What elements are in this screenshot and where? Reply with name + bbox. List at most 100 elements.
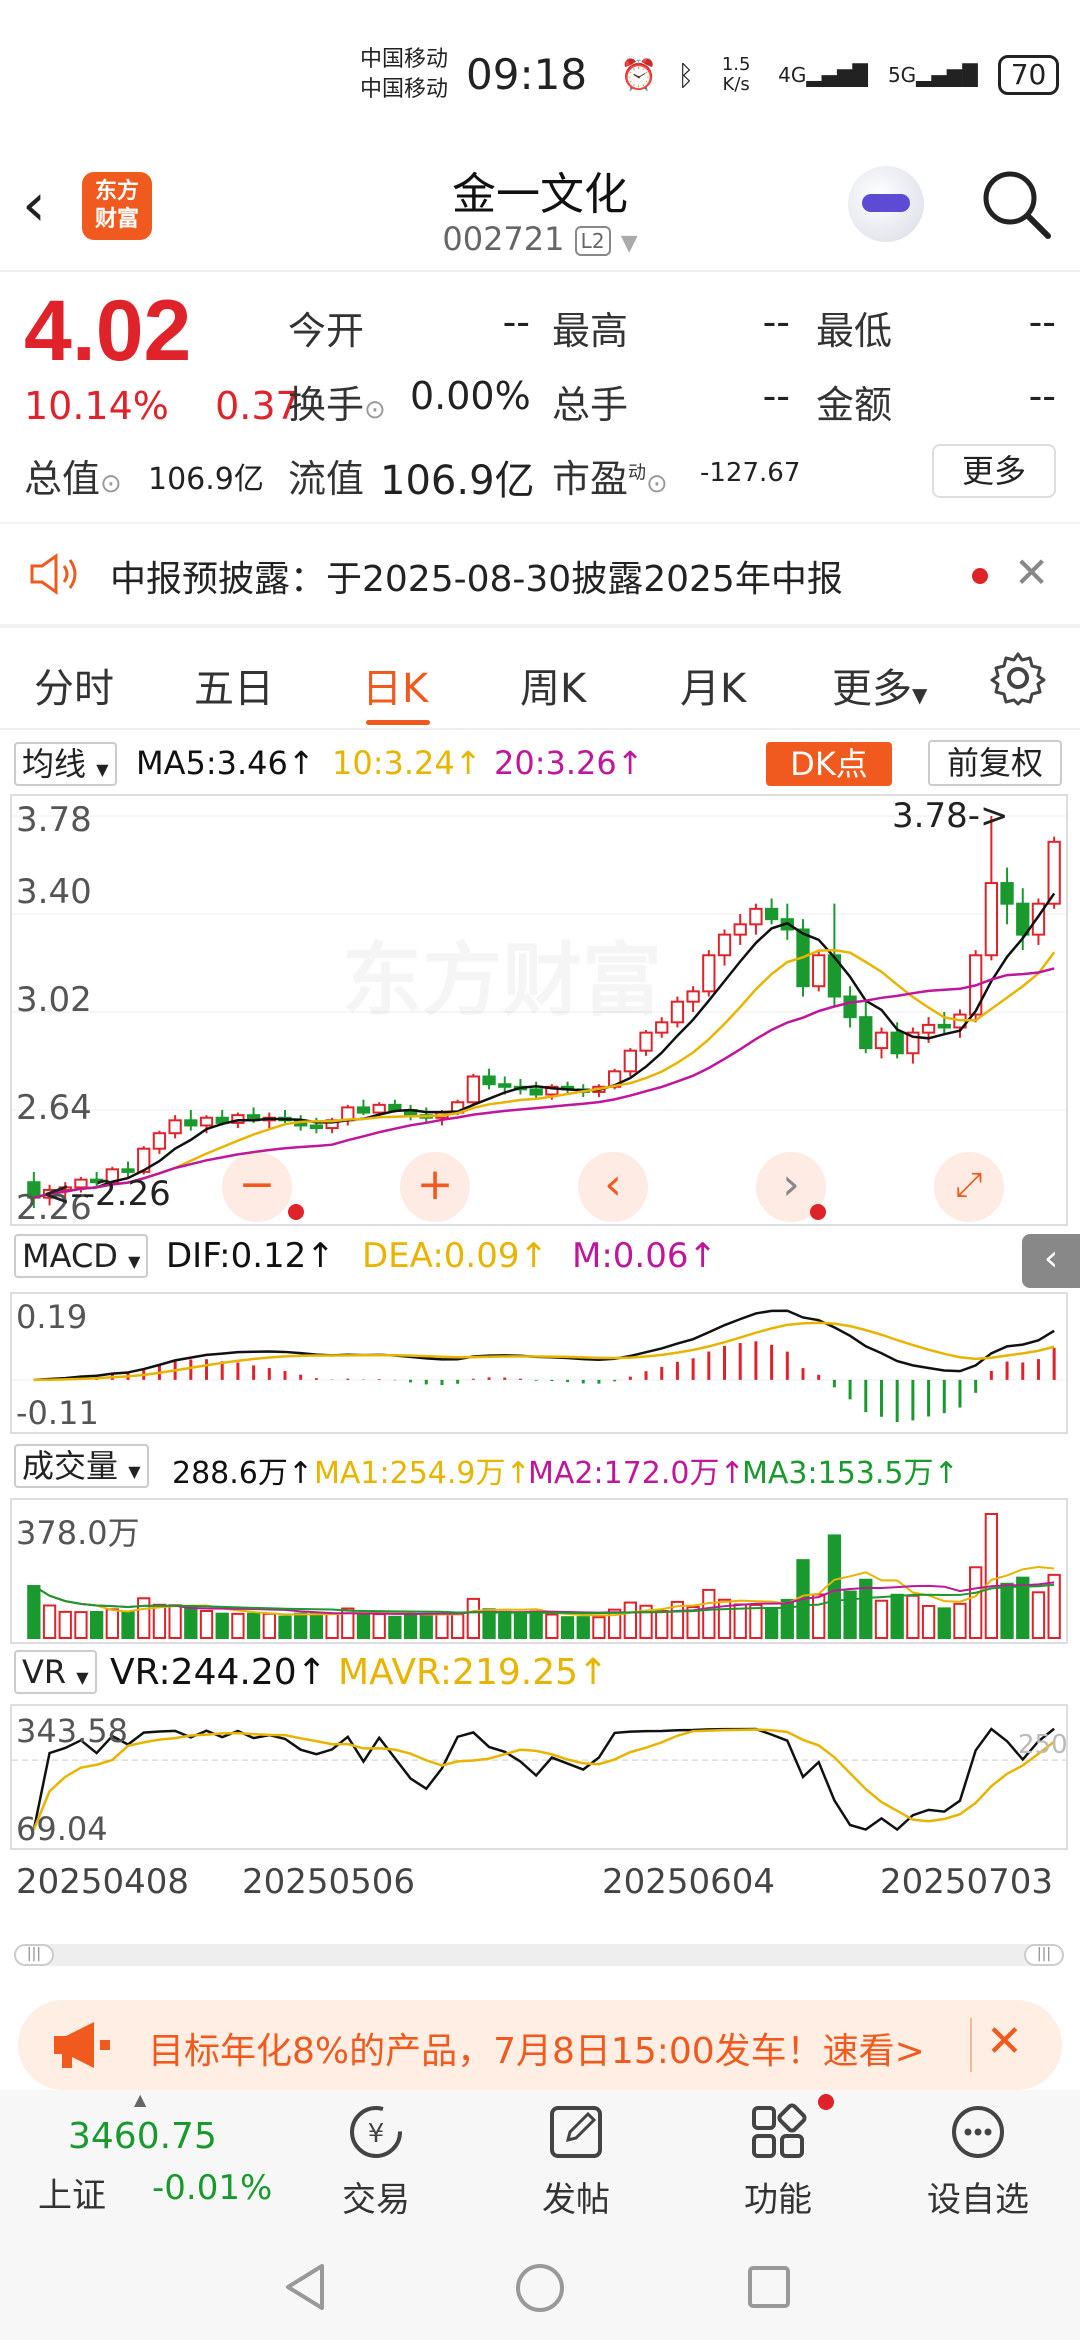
volume-bar <box>231 1612 245 1639</box>
stock-code-row[interactable]: 002721 L2 ▼ <box>0 220 1080 258</box>
high-value: -- <box>762 300 790 344</box>
candle-body <box>372 1103 386 1114</box>
candle-body <box>184 1119 198 1127</box>
tab-daily-k[interactable]: 日K <box>362 656 428 714</box>
volume-bar <box>1000 1582 1014 1639</box>
info-icon[interactable]: ⊙ <box>646 469 668 499</box>
tab-five-day[interactable]: 五日 <box>194 656 274 714</box>
turnover-label: 换手⊙ <box>288 374 386 429</box>
zoom-in-button[interactable]: + <box>400 1152 470 1222</box>
vol-ma2: MA2:172.0万↑ <box>528 1456 745 1491</box>
signal-4g-label: 4G <box>778 63 807 87</box>
caret-down-icon: ▼ <box>128 1462 141 1481</box>
m-text: M:0.06 <box>572 1236 689 1276</box>
signal-4g: 4G▂▄▆█ <box>778 63 868 87</box>
candle-body <box>749 907 763 926</box>
dea-line <box>33 1321 1055 1382</box>
volume-bar <box>262 1612 276 1639</box>
volume-bar <box>576 1616 590 1639</box>
zoom-out-button[interactable]: − <box>222 1152 292 1222</box>
volume-chart[interactable]: 378.0万 <box>10 1498 1068 1644</box>
turnover-value: 0.00% <box>410 374 531 418</box>
more-button[interactable]: 更多 <box>932 444 1056 498</box>
nav-trade[interactable]: ¥ 交易 <box>268 2090 484 2230</box>
home-circle-icon[interactable] <box>514 2262 566 2314</box>
tab-intraday[interactable]: 分时 <box>34 656 114 714</box>
close-icon[interactable]: ✕ <box>986 2016 1023 2067</box>
volume-bar <box>42 1604 57 1639</box>
candle-body <box>1016 902 1030 936</box>
tab-weekly-k[interactable]: 周K <box>520 656 586 714</box>
scroll-handle-left[interactable]: ||| <box>14 1944 54 1966</box>
speaker-icon <box>30 553 77 595</box>
candle-body <box>529 1088 543 1096</box>
volume-bar <box>58 1610 72 1640</box>
adjust-button[interactable]: 前复权 <box>928 740 1062 786</box>
nav-add-watchlist[interactable]: 设自选 <box>870 2090 1080 2230</box>
indicator-dot <box>288 1204 304 1220</box>
alarm-icon: ⏰ <box>620 57 658 93</box>
dif-value: DIF:0.12↑ <box>166 1236 335 1276</box>
assistant-avatar-icon[interactable] <box>848 166 924 242</box>
collapse-panel-icon[interactable]: ‹ <box>1022 1234 1080 1288</box>
volume-selector[interactable]: 成交量 ▼ <box>14 1444 149 1488</box>
date-axis: 20250408 20250506 20250604 20250703 <box>0 1862 1080 1902</box>
indicator-dot <box>810 1204 826 1220</box>
info-icon[interactable]: ⊙ <box>364 395 386 425</box>
mavr-line <box>32 1728 1055 1831</box>
bluetooth-icon: ᛒ <box>677 58 695 92</box>
pe-label-text: 市盈 <box>552 457 629 501</box>
volume-bar <box>121 1611 135 1640</box>
kline-chart[interactable]: 东方财富 3.78 3.40 3.02 2.64 2.26 3.78-> <--… <box>10 794 1068 1228</box>
vr-chart[interactable]: 343.58 69.04 250 <box>10 1704 1068 1850</box>
chart-scrollbar[interactable]: ||| ||| <box>14 1944 1064 1966</box>
close-icon[interactable]: ✕ <box>1014 548 1049 597</box>
tab-monthly-k[interactable]: 月K <box>680 656 746 714</box>
back-triangle-icon[interactable] <box>282 2262 328 2312</box>
low-label: 最低 <box>816 309 893 353</box>
vr-selector[interactable]: VR ▼ <box>14 1650 97 1694</box>
pan-left-button[interactable]: ‹ <box>578 1152 648 1222</box>
nav-features[interactable]: 功能 <box>670 2090 886 2230</box>
amount-value: -- <box>1028 374 1056 418</box>
volume-bar <box>388 1615 402 1639</box>
float-label: 流值 <box>288 457 365 501</box>
ma5-value: MA5:3.46↑ <box>136 744 315 782</box>
banner-text: 目标年化8%的产品，7月8日15:00发车！速看> <box>148 2031 925 2072</box>
date-label: 20250703 <box>880 1862 1054 1902</box>
dk-point-button[interactable]: DK点 <box>766 742 892 786</box>
settings-gear-icon[interactable] <box>990 650 1046 706</box>
index-ticker[interactable]: ▲ 3460.75 上证 -0.01% <box>0 2090 272 2230</box>
nav-post[interactable]: 发帖 <box>468 2090 684 2230</box>
info-icon[interactable]: ⊙ <box>100 469 122 499</box>
scroll-handle-right[interactable]: ||| <box>1024 1944 1064 1966</box>
recents-square-icon[interactable] <box>746 2264 792 2310</box>
volume-bar <box>137 1597 151 1639</box>
volume-bar <box>953 1602 967 1639</box>
search-icon[interactable] <box>976 164 1056 244</box>
candle-body <box>388 1103 402 1111</box>
volume-bar <box>749 1603 763 1639</box>
promo-banner[interactable]: 目标年化8%的产品，7月8日15:00发车！速看> ✕ <box>18 2000 1062 2090</box>
volume-bar <box>184 1606 198 1640</box>
ma20-value: 20:3.26↑ <box>494 744 644 782</box>
tab-more[interactable]: 更多▼ <box>832 656 927 714</box>
volume-bar <box>215 1612 229 1640</box>
notice-bar[interactable]: 中报预披露：于2025-08-30披露2025年中报 ✕ <box>0 524 1080 624</box>
dea-value: DEA:0.09↑ <box>362 1236 548 1276</box>
candle-body <box>639 1031 653 1052</box>
vol-ma3-text: MA3:153.5万 <box>742 1456 934 1491</box>
volume-bar <box>372 1613 386 1639</box>
pe-value: -127.67 <box>700 458 801 488</box>
stock-code: 002721 <box>442 220 565 258</box>
volume-axis-top: 378.0万 <box>16 1514 140 1552</box>
macd-selector[interactable]: MACD ▼ <box>14 1234 149 1278</box>
volume-svg <box>27 1513 1061 1640</box>
ma-selector[interactable]: 均线 ▼ <box>14 742 117 786</box>
candle-body <box>733 923 747 936</box>
caret-down-icon: ▼ <box>128 1252 141 1271</box>
macd-chart[interactable]: 0.19 -0.11 <box>10 1292 1068 1434</box>
fullscreen-icon[interactable]: ⤢ <box>934 1152 1004 1222</box>
volume-bar <box>780 1598 794 1640</box>
index-value: 3460.75 <box>68 2116 217 2157</box>
